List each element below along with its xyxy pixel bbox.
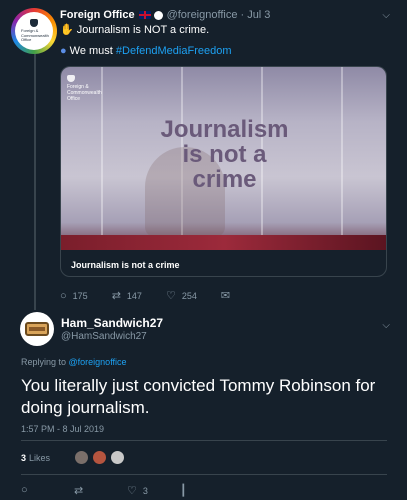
like-button[interactable]: ♡ 254	[166, 289, 197, 302]
divider	[21, 440, 387, 441]
author-name[interactable]: Foreign Office	[60, 9, 135, 21]
tweet-text-line1: ✋ Journalism is NOT a crime.	[60, 23, 209, 36]
chevron-down-icon[interactable]: ⌵	[382, 320, 390, 331]
envelope-icon: ✉	[220, 290, 231, 302]
tweet-actions: ○ 175 ⇄ 147 ♡ 254 ✉	[60, 289, 260, 303]
retweet-icon: ⇄	[74, 485, 84, 497]
retweet-button[interactable]: ⇄ 147	[112, 289, 142, 302]
card-headline-line: Journalism	[160, 116, 289, 143]
raised-hand-icon: ✋	[60, 24, 74, 36]
parent-tweet[interactable]: Foreign & Commonwealth Office Foreign Of…	[0, 0, 407, 312]
likes-label: Likes	[29, 452, 51, 463]
reply-button[interactable]: ○	[21, 484, 28, 496]
tweet-text: Journalism is NOT a crime.	[76, 24, 210, 36]
fco-crest-icon	[67, 75, 75, 82]
analytics-icon: ┃	[180, 485, 187, 497]
reply-author-handle[interactable]: @HamSandwich27	[61, 331, 147, 342]
like-count: 254	[181, 290, 197, 301]
dm-button[interactable]: ✉	[221, 289, 236, 302]
sandwich-icon	[25, 322, 49, 336]
heart-icon: ♡	[165, 290, 176, 302]
avatar-inner: Foreign & Commonwealth Office	[15, 12, 53, 50]
fco-logo: Foreign & Commonwealth Office	[67, 75, 107, 102]
hashtag-link[interactable]: #DefendMediaFreedom	[116, 45, 232, 57]
card-caption[interactable]: Journalism is not a crime	[71, 260, 180, 270]
foreign-office-avatar[interactable]: Foreign & Commonwealth Office	[11, 8, 57, 54]
reply-tweet-text: You literally just convicted Tommy Robin…	[21, 376, 376, 417]
media-card[interactable]: Foreign & Commonwealth Office Journalism…	[60, 66, 387, 277]
liker-avatars	[74, 450, 128, 465]
replying-mention-link[interactable]: @foreignoffice	[69, 357, 127, 367]
card-headline-line: is not a	[182, 141, 267, 168]
reply-icon: ○	[60, 289, 67, 302]
replying-to: Replying to @foreignoffice	[21, 357, 127, 367]
uk-flag-icon	[138, 11, 151, 19]
tweet-header: Foreign Office @foreignoffice · Jul 3	[60, 9, 270, 21]
likes-row[interactable]: 3 Likes	[21, 450, 128, 465]
card-image[interactable]: Foreign & Commonwealth Office Journalism…	[61, 67, 386, 250]
retweet-icon: ⇄	[111, 290, 121, 302]
card-bottom-bar	[61, 235, 386, 250]
retweet-button[interactable]: ⇄	[74, 484, 83, 497]
heart-icon: ♡	[127, 485, 137, 497]
verified-badge-icon	[153, 10, 163, 20]
tweet-text-line2: ● We must #DefendMediaFreedom	[60, 45, 232, 57]
ham-sandwich-avatar[interactable]	[20, 312, 54, 346]
avatar-text: Foreign & Commonwealth Office	[21, 28, 49, 43]
reply-count: 175	[72, 290, 88, 301]
author-handle[interactable]: @foreignoffice	[167, 9, 238, 21]
divider	[21, 474, 387, 475]
reply-button[interactable]: ○ 175	[60, 290, 88, 302]
reply-timestamp[interactable]: 1:57 PM - 8 Jul 2019	[21, 424, 104, 434]
reply-author-name[interactable]: Ham_Sandwich27	[61, 316, 163, 330]
card-headline: Journalism is not a crime	[61, 116, 386, 193]
analytics-button[interactable]: ┃	[180, 484, 187, 497]
like-button[interactable]: ♡ 3	[127, 484, 148, 497]
reply-icon: ○	[21, 484, 28, 496]
like-count: 3	[142, 485, 148, 496]
speaking-head-icon: ●	[60, 45, 67, 57]
replying-prefix: Replying to	[21, 357, 69, 367]
tweet-text-prefix: We must	[69, 45, 116, 57]
liker-avatar[interactable]	[92, 450, 108, 465]
chevron-down-icon[interactable]: ⌵	[382, 10, 390, 21]
likes-count: 3	[21, 452, 27, 463]
card-headline-line: crime	[192, 166, 257, 193]
liker-avatar[interactable]	[74, 450, 90, 465]
tweet-date[interactable]: · Jul 3	[240, 9, 270, 21]
retweet-count: 147	[126, 290, 142, 301]
fco-logo-text: Foreign & Commonwealth Office	[67, 84, 102, 102]
crest-icon	[30, 19, 38, 28]
liker-avatar[interactable]	[110, 450, 126, 465]
